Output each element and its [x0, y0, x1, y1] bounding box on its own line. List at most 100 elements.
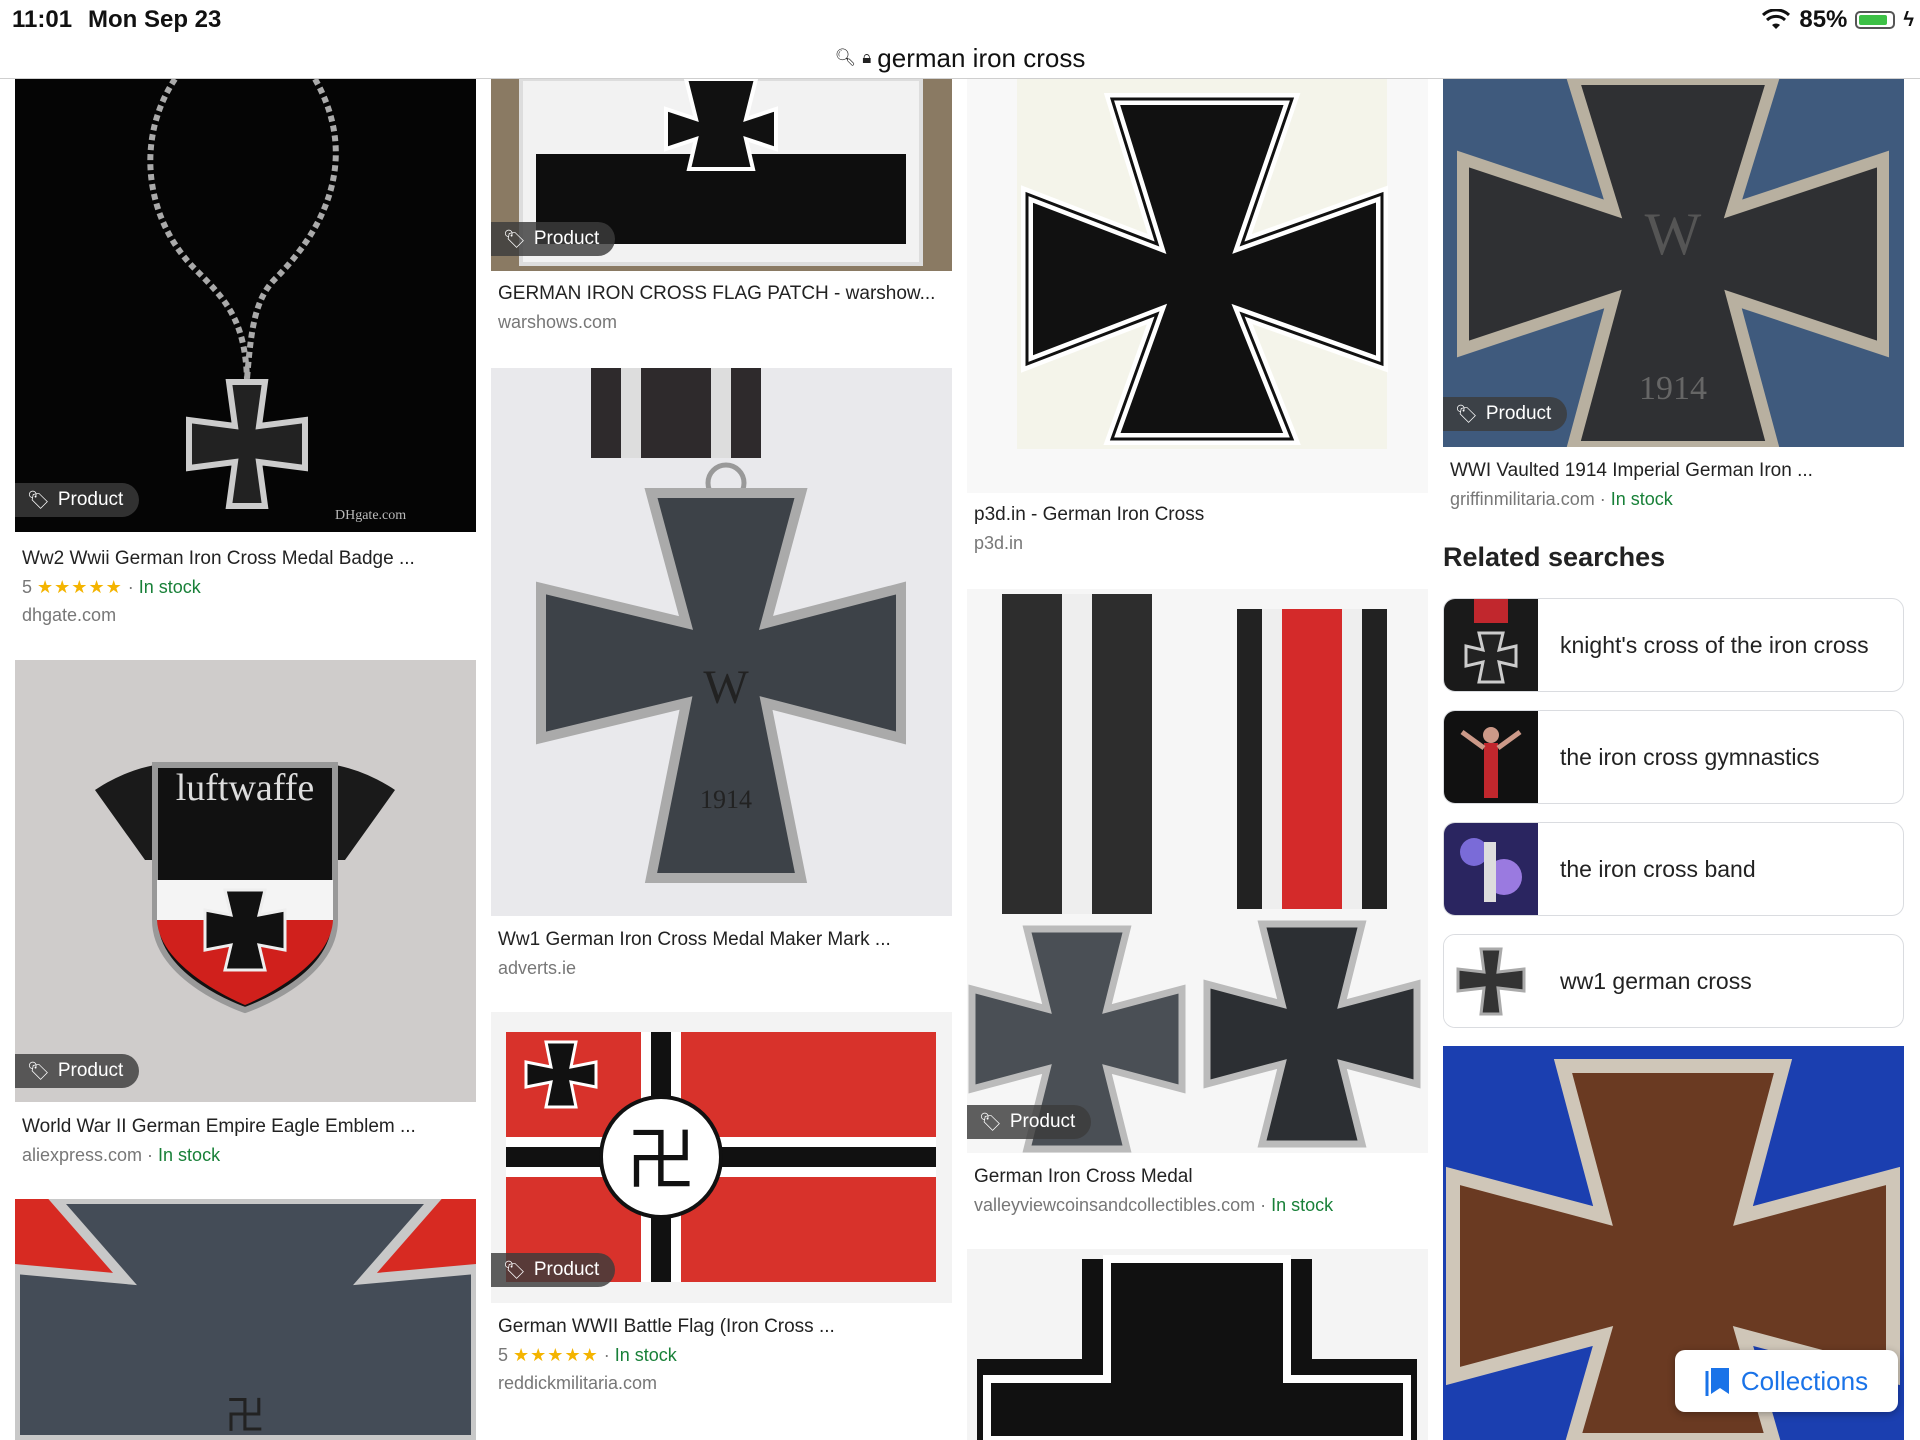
- status-bar: 11:01 Mon Sep 23 85% ϟ: [0, 0, 1920, 38]
- svg-text:卍: 卍: [626, 1121, 696, 1199]
- svg-text:1914: 1914: [1639, 370, 1707, 407]
- result-source[interactable]: warshows.com: [498, 312, 617, 333]
- result-card[interactable]: [967, 1249, 1428, 1440]
- result-title[interactable]: WWI Vaulted 1914 Imperial German Iron ..…: [1450, 460, 1813, 482]
- result-card[interactable]: DHgate.com 🏷︎ Product Ww2 Wwii German Iro…: [15, 79, 476, 639]
- charging-icon: ϟ: [1903, 8, 1914, 31]
- stock-status: In stock: [138, 577, 201, 597]
- url-query: german iron cross: [877, 42, 1086, 73]
- related-search-item[interactable]: ww1 german cross: [1443, 934, 1904, 1028]
- luftwaffe-pin-image: luftwaffe: [95, 762, 395, 1014]
- stock-status: In stock: [1271, 1195, 1334, 1215]
- two-medals-image: [968, 594, 1421, 1153]
- result-card[interactable]: p3d.in - German Iron Cross p3d.in: [967, 79, 1428, 559]
- rating-stars: ★★★★★: [513, 1345, 599, 1365]
- wifi-icon: [1762, 9, 1791, 29]
- product-tag: 🏷︎ Product: [15, 1054, 140, 1088]
- related-thumbnail: [1444, 599, 1538, 691]
- result-title[interactable]: German Iron Cross Medal: [974, 1166, 1193, 1188]
- result-title[interactable]: World War II German Empire Eagle Emblem …: [22, 1116, 416, 1138]
- result-source[interactable]: valleyviewcoinsandcollectibles.com: [974, 1195, 1255, 1215]
- result-image[interactable]: W 1914: [491, 368, 952, 916]
- product-tag: 🏷︎ Product: [491, 222, 616, 256]
- related-search-item[interactable]: the iron cross band: [1443, 822, 1904, 916]
- result-source[interactable]: aliexpress.com: [22, 1145, 142, 1165]
- battery-percent: 85%: [1799, 6, 1848, 33]
- vaulted-cross-image: W 1914: [1457, 79, 1889, 447]
- related-thumbnail: [1444, 823, 1538, 915]
- result-title[interactable]: GERMAN IRON CROSS FLAG PATCH - warshow..…: [498, 283, 935, 305]
- related-search-label: the iron cross band: [1560, 855, 1756, 882]
- collections-button[interactable]: Collections: [1675, 1350, 1898, 1412]
- related-search-label: the iron cross gymnastics: [1560, 743, 1820, 770]
- svg-text:1914: 1914: [700, 785, 752, 814]
- related-searches-heading: Related searches: [1443, 542, 1666, 572]
- result-rating: 5 ★★★★★ · In stock: [498, 1345, 677, 1365]
- svg-text:DHgate.com: DHgate.com: [335, 508, 406, 523]
- related-search-label: knight's cross of the iron cross: [1560, 631, 1869, 658]
- related-search-label: ww1 german cross: [1560, 967, 1752, 994]
- tag-icon: 🏷︎: [1455, 403, 1478, 424]
- result-source[interactable]: griffinmilitaria.com: [1450, 489, 1595, 509]
- stock-status: In stock: [1610, 489, 1673, 509]
- product-tag: 🏷︎ Product: [967, 1105, 1092, 1139]
- related-search-item[interactable]: knight's cross of the iron cross: [1443, 598, 1904, 692]
- stock-status: In stock: [158, 1145, 221, 1165]
- search-icon: 🔍︎: [834, 48, 857, 67]
- result-source[interactable]: dhgate.com: [22, 605, 116, 626]
- iron-cross-medal-image: W 1914: [536, 368, 906, 883]
- product-tag: 🏷︎ Product: [1443, 397, 1568, 431]
- result-source[interactable]: reddickmilitaria.com: [498, 1373, 657, 1394]
- result-source[interactable]: adverts.ie: [498, 958, 576, 979]
- rating-stars: ★★★★★: [37, 577, 123, 597]
- result-title[interactable]: German WWII Battle Flag (Iron Cross ...: [498, 1316, 835, 1338]
- tag-icon: 🏷︎: [979, 1111, 1002, 1132]
- url-bar[interactable]: 🔍︎ 🔒︎ german iron cross: [0, 38, 1920, 79]
- result-source-line: aliexpress.com · In stock: [22, 1145, 221, 1165]
- product-tag: 🏷︎ Product: [491, 1253, 616, 1287]
- result-image[interactable]: luftwaffe: [15, 660, 476, 1102]
- result-image[interactable]: [967, 1249, 1428, 1440]
- tag-icon: 🏷︎: [503, 1259, 526, 1280]
- tag-icon: 🏷︎: [27, 1060, 50, 1081]
- result-source-line: valleyviewcoinsandcollectibles.com · In …: [974, 1195, 1334, 1215]
- cross-closeup-image: 卍: [15, 1199, 476, 1440]
- collections-label: Collections: [1740, 1365, 1869, 1396]
- cross-partial-image: [977, 1255, 1417, 1440]
- iron-cross-symbol-image: [1017, 79, 1388, 449]
- result-source-line: griffinmilitaria.com · In stock: [1450, 489, 1673, 509]
- result-card[interactable]: 卍: [15, 1199, 476, 1440]
- lock-icon: 🔒︎: [862, 48, 872, 67]
- stock-status: In stock: [614, 1345, 677, 1365]
- result-image[interactable]: 卍: [15, 1199, 476, 1440]
- result-title[interactable]: Ww2 Wwii German Iron Cross Medal Badge .…: [22, 548, 415, 570]
- result-card[interactable]: W 1914 🏷︎ Product WWI Vaulted 1914 Imperi…: [1443, 79, 1904, 519]
- result-source[interactable]: p3d.in: [974, 533, 1023, 554]
- related-thumbnail: [1444, 935, 1538, 1027]
- product-tag: 🏷︎ Product: [15, 483, 140, 517]
- result-card[interactable]: W 1914 Ww1 German Iron Cross Medal Maker…: [491, 368, 952, 978]
- result-image[interactable]: W 1914: [1443, 79, 1904, 447]
- result-card[interactable]: 🏷︎ Product GERMAN IRON CROSS FLAG PATCH -…: [491, 79, 952, 349]
- svg-text:W: W: [1645, 201, 1702, 267]
- tag-icon: 🏷︎: [503, 228, 526, 249]
- tag-icon: 🏷︎: [27, 489, 50, 510]
- result-image[interactable]: [967, 79, 1428, 493]
- svg-text:W: W: [703, 661, 749, 714]
- result-image[interactable]: DHgate.com: [15, 79, 476, 532]
- result-card[interactable]: 卍 🏷︎ Product German WWII Battle Flag (Iro…: [491, 1012, 952, 1394]
- battery-icon: [1855, 11, 1896, 29]
- result-title[interactable]: Ww1 German Iron Cross Medal Maker Mark .…: [498, 929, 891, 951]
- result-rating: 5 ★★★★★ · In stock: [22, 577, 201, 597]
- related-search-item[interactable]: the iron cross gymnastics: [1443, 710, 1904, 804]
- result-card[interactable]: luftwaffe 🏷︎ Product World War II German …: [15, 660, 476, 1170]
- result-title[interactable]: p3d.in - German Iron Cross: [974, 504, 1204, 526]
- related-thumbnail: [1444, 711, 1538, 803]
- status-time: 11:01: [12, 6, 73, 33]
- status-date: Mon Sep 23: [88, 6, 222, 33]
- svg-text:luftwaffe: luftwaffe: [176, 767, 315, 809]
- result-card[interactable]: 🏷︎ Product German Iron Cross Medal valley…: [967, 589, 1428, 1219]
- svg-text:卍: 卍: [225, 1394, 265, 1438]
- status-right: 85% ϟ: [1761, 6, 1914, 34]
- result-image[interactable]: [967, 589, 1428, 1153]
